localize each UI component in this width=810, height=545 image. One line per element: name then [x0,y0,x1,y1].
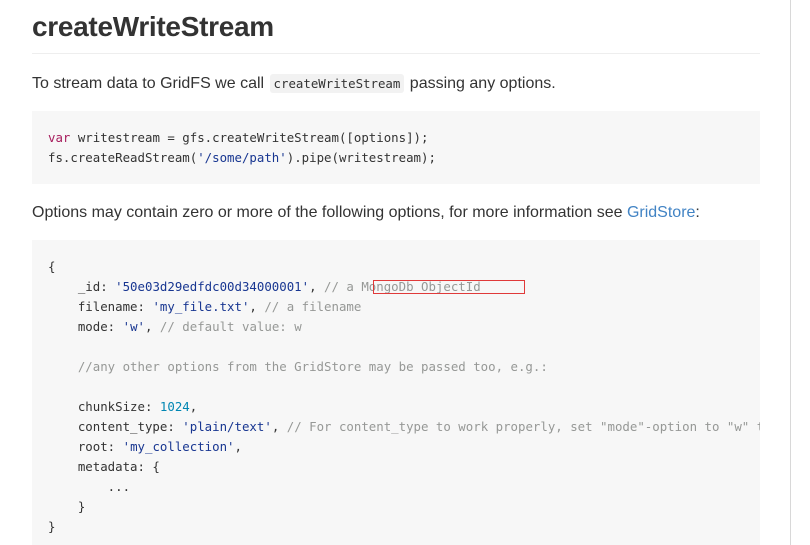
code-string: 'w' [122,319,145,334]
code-line: content_type: 'plain/text', // For conte… [48,417,760,437]
code-line: fs.createReadStream('/some/path').pipe(w… [48,148,436,168]
code-line: //any other options from the GridStore m… [48,359,548,374]
code-text: , [145,319,160,334]
code-number: 1024 [159,399,190,414]
code-block-usage: var writestream = gfs.createWriteStream(… [32,111,760,184]
code-string: 'plain/text' [182,419,272,434]
code-line: root: 'my_collection', [48,437,242,457]
code-string: 'my_collection' [122,439,235,454]
code-text: , [249,299,265,314]
code-key: _id: [48,279,116,294]
code-text: fs.createReadStream( [48,150,198,165]
code-text: , [234,439,242,454]
code-line: ... [48,479,131,494]
code-line: metadata: { [48,459,160,474]
code-key: chunkSize: [48,399,160,414]
code-text: ).pipe(writestream); [286,150,436,165]
inline-code-createwritestream: createWriteStream [269,74,405,93]
code-comment: // default value: w [159,319,302,334]
code-text: { [48,259,56,274]
code-key: mode: [48,319,123,334]
code-line: var writestream = gfs.createWriteStream(… [48,128,428,148]
code-string: '/some/path' [197,150,287,165]
code-line: chunkSize: 1024, [48,397,197,417]
code-line: { [48,257,55,277]
readme-content: createWriteStream To stream data to Grid… [0,0,790,545]
code-text: , [271,419,287,434]
gridstore-link[interactable]: GridStore [627,204,695,221]
code-line: filename: 'my_file.txt', // a filename [48,297,362,317]
intro-paragraph: To stream data to GridFS we call createW… [32,72,556,96]
heading-divider [32,53,760,54]
code-text: , [309,279,325,294]
options-paragraph: Options may contain zero or more of the … [32,201,700,225]
code-line: mode: 'w', // default value: w [48,317,302,337]
code-key: filename: [48,299,153,314]
intro-text-after: passing any options. [405,75,556,92]
code-line: } [48,519,56,534]
code-comment: // [324,279,339,294]
code-string: 'my_file.txt' [152,299,250,314]
code-key: root: [48,439,123,454]
code-block-options: { _id: '50e03d29edfdc00d34000001', // a … [32,240,760,545]
code-text: , [189,399,198,414]
code-comment: // a filename [264,299,362,314]
code-key: content_type: [48,419,183,434]
code-line: } [48,499,86,514]
code-string: '50e03d29edfdc00d34000001' [115,279,310,294]
annotation-highlight-box [373,280,525,294]
options-text-after: : [695,204,700,221]
code-text: writestream = gfs.createWriteStream([opt… [70,130,429,145]
page-gutter [791,0,810,545]
intro-text-before: To stream data to GridFS we call [32,75,269,92]
section-heading: createWriteStream [32,11,274,42]
code-keyword: var [48,130,71,145]
options-text: Options may contain zero or more of the … [32,204,627,221]
code-comment: // For content_type to work properly, se… [286,419,760,434]
